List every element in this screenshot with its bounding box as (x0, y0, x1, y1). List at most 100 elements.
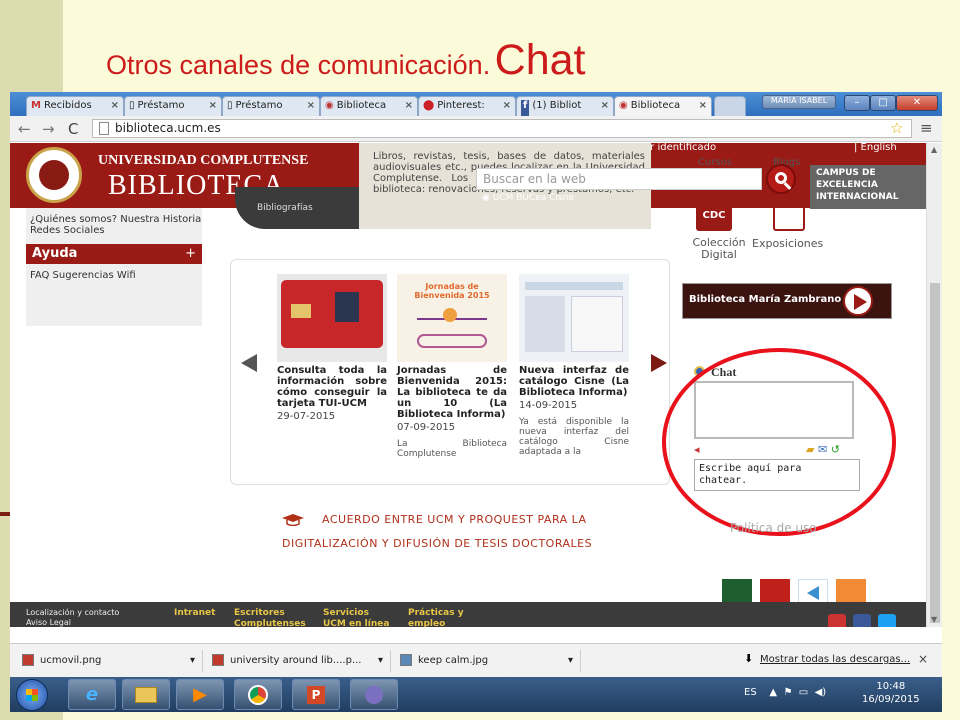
coleccion-digital-icon[interactable]: CDC (696, 201, 732, 231)
show-all-downloads-link[interactable]: Mostrar todas las descargas... (760, 654, 910, 665)
tab-close-icon[interactable]: × (503, 100, 511, 116)
sidebar-links-about[interactable]: ¿Quiénes somos? Nuestra Historia Redes S… (30, 214, 202, 236)
news-excerpt: La Biblioteca Complutense (397, 439, 507, 459)
facebook-icon[interactable] (853, 614, 871, 627)
tab-gmail[interactable]: M Recibidos × (26, 96, 124, 116)
cursos-link[interactable]: Cursos (698, 157, 732, 168)
scroll-up-icon[interactable]: ▲ (931, 145, 937, 154)
tab-prestamo-1[interactable]: ▯ Préstamo × (124, 96, 222, 116)
acuerdo-banner[interactable]: ACUERDO ENTRE UCM Y PROQUEST PARA LA DIG… (282, 508, 592, 556)
network-icon[interactable]: ▭ (799, 687, 808, 698)
bibliografias-block[interactable]: Bibliografías (235, 187, 359, 229)
twitter-icon[interactable] (878, 614, 896, 627)
tab-close-icon[interactable]: × (601, 100, 609, 116)
system-tray: ES ▲ ⚑ ▭ ◀) (744, 687, 826, 698)
slide-title-chat: Chat (494, 36, 586, 84)
close-downloads-icon[interactable]: × (918, 652, 928, 666)
tab-biblioteca-active[interactable]: ◉ Biblioteca × (614, 96, 712, 116)
english-link[interactable]: | English (854, 143, 897, 153)
dropdown-caret-icon[interactable]: ▾ (568, 650, 573, 670)
ie-icon[interactable]: e (68, 679, 116, 710)
url-text: biblioteca.ucm.es (115, 121, 221, 135)
practicas-link[interactable]: Prácticas y empleo (408, 608, 478, 627)
download-item[interactable]: keep calm.jpg (400, 650, 488, 670)
sidebar-ayuda-header[interactable]: Ayuda + (26, 244, 202, 264)
tab-pinterest[interactable]: ⬤ Pinterest: × (418, 96, 516, 116)
localizacion-link[interactable]: Localización y contacto (26, 608, 119, 618)
reload-icon[interactable]: C (68, 120, 78, 138)
scroll-thumb[interactable] (930, 283, 940, 623)
download-item[interactable]: ucmovil.png (22, 650, 101, 670)
messenger-icon[interactable] (350, 679, 398, 710)
escritores-link[interactable]: Escritores Complutenses (234, 608, 310, 627)
tab-close-icon[interactable]: × (111, 100, 119, 116)
flag-icon[interactable]: ⚑ (783, 687, 792, 698)
news-card[interactable]: Jornadas de Bienvenida 2015 Jornadas de … (397, 274, 507, 459)
coleccion-digital-label[interactable]: Colección Digital (686, 237, 752, 261)
tab-label: Pinterest: (437, 100, 485, 111)
media-player-icon[interactable]: ▶ (176, 679, 224, 710)
scroll-down-icon[interactable]: ▼ (931, 615, 937, 624)
exposiciones-label[interactable]: Exposiciones (752, 237, 823, 250)
news-date: 29-07-2015 (277, 411, 336, 422)
expand-icon[interactable]: + (185, 246, 196, 261)
back-icon[interactable]: ← (18, 120, 31, 138)
play-icon (843, 286, 873, 316)
download-item[interactable]: university around lib....p... (212, 650, 361, 670)
tab-close-icon[interactable]: × (307, 100, 315, 116)
maximize-button[interactable]: □ (870, 95, 896, 111)
system-clock[interactable]: 10:48 16/09/2015 (862, 680, 920, 706)
search-input[interactable]: Buscar en la web (476, 168, 762, 190)
news-card[interactable]: Consulta toda la información sobre cómo … (277, 274, 387, 422)
tab-close-icon[interactable]: × (699, 100, 707, 116)
dropdown-caret-icon[interactable]: ▾ (378, 650, 383, 670)
clock-time: 10:48 (876, 681, 906, 692)
search-button[interactable] (766, 164, 796, 194)
language-indicator[interactable]: ES (744, 687, 757, 698)
bookmark-star-icon[interactable]: ☆ (890, 119, 903, 137)
tab-close-icon[interactable]: × (209, 100, 217, 116)
news-card[interactable]: Nueva interfaz de catálogo Cisne (La Bib… (519, 274, 629, 457)
ucm-crest-logo[interactable] (26, 147, 82, 203)
chrome-icon[interactable] (234, 679, 282, 710)
carousel-prev-icon[interactable] (241, 354, 257, 372)
tray-expand-icon[interactable]: ▲ (769, 687, 777, 698)
aviso-legal-link[interactable]: Aviso Legal (26, 618, 119, 627)
exposiciones-icon[interactable] (773, 201, 805, 231)
dropdown-caret-icon[interactable]: ▾ (190, 650, 195, 670)
minimize-button[interactable]: – (844, 95, 870, 111)
tab-facebook[interactable]: f (1) Bibliot × (516, 96, 614, 116)
address-bar: ← → C biblioteca.ucm.es ☆ ≡ (10, 116, 942, 142)
tab-prestamo-2[interactable]: ▯ Préstamo × (222, 96, 320, 116)
menu-icon[interactable]: ≡ (920, 119, 933, 137)
intranet-link[interactable]: Intranet (174, 608, 215, 619)
tab-close-icon[interactable]: × (405, 100, 413, 116)
search-scope-radios[interactable]: ◉ UCM BUCea Cisne (482, 193, 574, 203)
forward-icon[interactable]: → (42, 120, 55, 138)
politica-link[interactable]: Política de uso (730, 521, 817, 535)
news-carousel: Consulta toda la información sobre cómo … (230, 259, 670, 485)
tab-biblioteca-1[interactable]: ◉ Biblioteca × (320, 96, 418, 116)
tab-bar: M Recibidos × ▯ Préstamo × ▯ Préstamo × ◉ Bibli… (10, 92, 942, 116)
campus-excelencia-badge[interactable]: CAMPUS DE EXCELENCIA INTERNACIONAL (810, 165, 926, 209)
news-excerpt: Ya está disponible la nueva interfaz del… (519, 417, 629, 457)
tab-label: (1) Bibliot (532, 100, 582, 111)
powerpoint-icon[interactable]: P (292, 679, 340, 710)
png-file-icon (212, 654, 224, 666)
servicios-link[interactable]: Servicios UCM en línea (323, 608, 393, 627)
highlight-ellipse (662, 348, 896, 536)
youtube-icon[interactable] (828, 614, 846, 627)
radio-labels: UCM BUCea Cisne (492, 193, 574, 203)
page-scrollbar[interactable]: ▲ ▼ (926, 143, 942, 627)
jpg-file-icon (400, 654, 412, 666)
ucm-icon: ◉ (619, 100, 628, 111)
volume-icon[interactable]: ◀) (815, 687, 827, 698)
url-input[interactable]: biblioteca.ucm.es (92, 119, 912, 138)
new-tab-button[interactable] (714, 96, 746, 116)
close-window-button[interactable]: ✕ (896, 95, 938, 111)
zambrano-banner[interactable]: Biblioteca María Zambrano (682, 283, 892, 319)
carousel-next-icon[interactable] (651, 354, 667, 372)
sidebar-links-help[interactable]: FAQ Sugerencias Wifi (30, 270, 136, 281)
explorer-icon[interactable] (122, 679, 170, 710)
start-button[interactable] (16, 679, 48, 711)
